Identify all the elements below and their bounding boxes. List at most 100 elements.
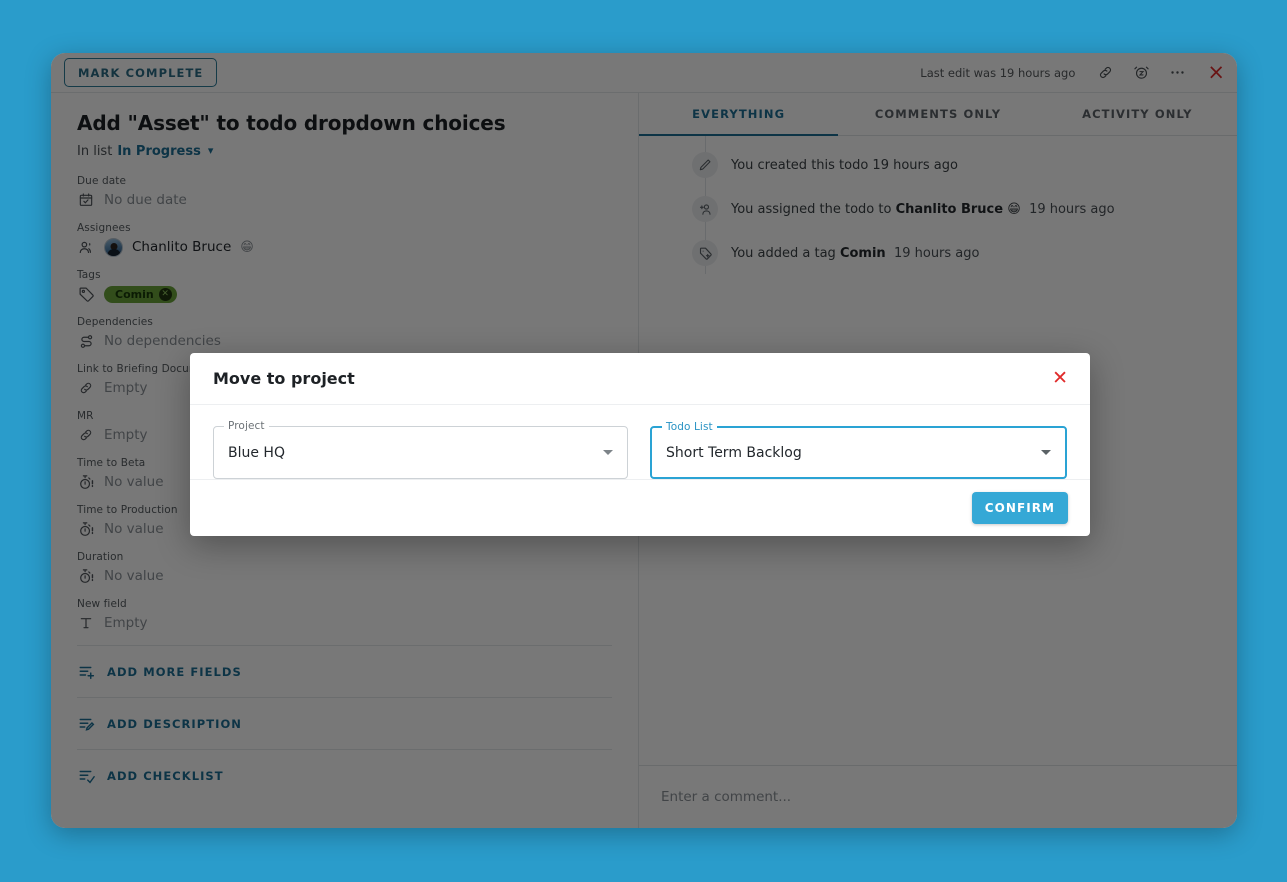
link-icon <box>77 426 95 444</box>
dialog-content: Project Blue HQ Todo List Short Term Bac… <box>190 405 1090 479</box>
field-label: Dependencies <box>77 316 612 328</box>
comment-bar[interactable]: Enter a comment... <box>639 765 1237 828</box>
tag-remove-icon[interactable]: ✕ <box>159 288 172 301</box>
field-value-text: Empty <box>104 380 148 396</box>
field-value-text: Empty <box>104 427 148 443</box>
field-row: AssigneesChanlito Bruce😁 <box>77 222 612 258</box>
chevron-down-icon <box>603 450 613 455</box>
mark-complete-button[interactable]: MARK COMPLETE <box>64 58 217 87</box>
activity-subject: Chanlito Bruce <box>896 202 1004 217</box>
avatar <box>104 238 123 257</box>
project-select[interactable]: Project Blue HQ <box>213 426 628 479</box>
field-label: Due date <box>77 175 612 187</box>
stopwatch-alert-icon <box>77 567 95 585</box>
stopwatch-alert-icon <box>77 473 95 491</box>
project-select-value: Blue HQ <box>228 445 285 461</box>
field-value-text: No value <box>104 474 164 490</box>
text-field-icon <box>77 614 95 632</box>
confirm-button[interactable]: CONFIRM <box>972 492 1068 524</box>
emoji-icon: 😁 <box>240 240 254 255</box>
tab-comments-only[interactable]: COMMENTS ONLY <box>838 93 1037 135</box>
action-list: ADD MORE FIELDS ADD DESCRIPTION ADD CHECKL… <box>77 645 612 801</box>
add-checklist-icon <box>77 766 96 785</box>
field-value[interactable]: Empty <box>77 612 612 634</box>
activity-item-text: You added a tag Comin 19 hours ago <box>731 240 979 263</box>
add-person-icon <box>692 196 718 222</box>
field-value-text: Empty <box>104 615 148 631</box>
tab-everything[interactable]: EVERYTHING <box>639 93 838 135</box>
tag-chip[interactable]: Comin ✕ <box>104 286 177 303</box>
activity-item-text: You assigned the todo to Chanlito Bruce … <box>731 196 1115 219</box>
activity-subject: Comin <box>840 246 886 261</box>
activity-text: You created this todo 19 hours ago <box>731 158 958 173</box>
link-icon <box>77 379 95 397</box>
tag-icon <box>77 285 95 303</box>
action-add-description[interactable]: ADD DESCRIPTION <box>77 697 612 749</box>
comment-input[interactable]: Enter a comment... <box>661 789 791 805</box>
todo-list-select-label: Todo List <box>662 421 717 433</box>
dependencies-icon <box>77 332 95 350</box>
activity-item: You added a tag Comin 19 hours ago <box>639 240 1237 284</box>
close-icon[interactable]: × <box>1207 62 1225 83</box>
action-label: ADD CHECKLIST <box>107 769 224 783</box>
move-to-project-dialog: Move to project ✕ Project Blue HQ Todo L… <box>190 353 1090 536</box>
field-value-text: No dependencies <box>104 333 221 349</box>
activity-text: You added a tag <box>731 246 840 261</box>
activity-item: You created this todo 19 hours ago <box>639 152 1237 196</box>
calendar-check-icon <box>77 191 95 209</box>
activity-text: You assigned the todo to <box>731 202 896 217</box>
emoji-icon: 😁 <box>1007 202 1021 217</box>
last-edit-text: Last edit was 19 hours ago <box>920 66 1075 80</box>
dialog-footer: CONFIRM <box>190 479 1090 536</box>
todo-list-select[interactable]: Todo List Short Term Backlog <box>650 426 1067 479</box>
in-list-selector[interactable]: In list In Progress ▾ <box>77 144 612 159</box>
field-label: Duration <box>77 551 612 563</box>
field-row: New field Empty <box>77 598 612 634</box>
dialog-close-icon[interactable]: ✕ <box>1052 369 1068 388</box>
field-label: Tags <box>77 269 612 281</box>
snooze-alarm-icon[interactable] <box>1131 63 1151 83</box>
chevron-down-icon: ▾ <box>208 144 214 157</box>
field-value-text: Chanlito Bruce <box>132 239 231 255</box>
field-row: Duration No value <box>77 551 612 587</box>
in-list-prefix: In list <box>77 144 112 159</box>
field-value[interactable]: No due date <box>77 189 612 211</box>
field-value[interactable]: No value <box>77 565 612 587</box>
action-label: ADD DESCRIPTION <box>107 717 242 731</box>
field-row: Dependencies No dependencies <box>77 316 612 352</box>
link-icon[interactable] <box>1095 63 1115 83</box>
assignees-icon <box>77 238 95 256</box>
project-select-label: Project <box>224 420 269 432</box>
field-value[interactable]: Chanlito Bruce 😁 <box>77 236 612 258</box>
header-actions: Last edit was 19 hours ago × <box>920 62 1225 83</box>
action-add-checklist[interactable]: ADD CHECKLIST <box>77 749 612 801</box>
tag-chip-label: Comin <box>115 288 154 301</box>
page-title: Add "Asset" to todo dropdown choices <box>77 111 612 135</box>
activity-item-text: You created this todo 19 hours ago <box>731 152 958 175</box>
field-row: Tags Comin ✕ <box>77 269 612 305</box>
activity-timestamp: 19 hours ago <box>894 246 980 261</box>
field-value-text: No value <box>104 568 164 584</box>
pencil-icon <box>692 152 718 178</box>
field-value-text: No value <box>104 521 164 537</box>
todo-list-select-value: Short Term Backlog <box>666 445 802 461</box>
field-value-text: No due date <box>104 192 187 208</box>
chevron-down-icon <box>1041 450 1051 455</box>
activity-tabs: EVERYTHINGCOMMENTS ONLYACTIVITY ONLY <box>639 93 1237 136</box>
in-list-value: In Progress <box>117 144 201 159</box>
action-add-more-fields[interactable]: ADD MORE FIELDS <box>77 645 612 697</box>
card-header: MARK COMPLETE Last edit was 19 hours ago <box>51 53 1237 93</box>
action-label: ADD MORE FIELDS <box>107 665 242 679</box>
more-options-icon[interactable] <box>1167 63 1187 83</box>
tab-activity-only[interactable]: ACTIVITY ONLY <box>1038 93 1237 135</box>
activity-timestamp: 19 hours ago <box>1029 202 1115 217</box>
add-fields-icon <box>77 662 96 681</box>
field-value[interactable]: No dependencies <box>77 330 612 352</box>
field-value[interactable]: Comin ✕ <box>77 283 612 305</box>
stopwatch-alert-icon <box>77 520 95 538</box>
activity-item: You assigned the todo to Chanlito Bruce … <box>639 196 1237 240</box>
dialog-header: Move to project ✕ <box>190 353 1090 405</box>
field-label: New field <box>77 598 612 610</box>
dialog-title: Move to project <box>213 369 355 388</box>
field-row: Due date No due date <box>77 175 612 211</box>
